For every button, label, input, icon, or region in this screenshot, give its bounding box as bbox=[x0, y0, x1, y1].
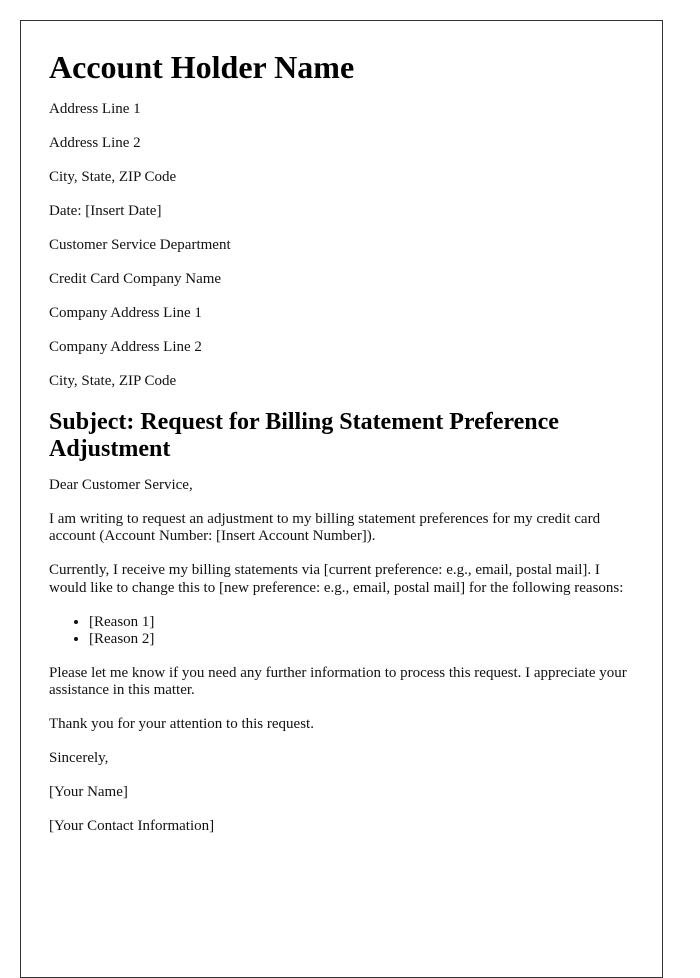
recipient-address-line-1: Company Address Line 1 bbox=[49, 305, 202, 321]
reasons-list: [Reason 1] [Reason 2] bbox=[49, 614, 634, 649]
body-paragraph-1: I am writing to request an adjustment to… bbox=[49, 510, 601, 545]
sender-city-state-zip: City, State, ZIP Code bbox=[49, 169, 177, 185]
subject-heading: Subject: Request for Billing Statement P… bbox=[49, 408, 559, 462]
recipient-city-state-zip: City, State, ZIP Code bbox=[49, 373, 177, 389]
sender-address-line-2: Address Line 2 bbox=[49, 135, 141, 151]
body-paragraph-4: Thank you for your attention to this req… bbox=[49, 716, 314, 732]
sender-address-line-1: Address Line 1 bbox=[49, 101, 141, 117]
body-paragraph-2: Currently, I receive my billing statemen… bbox=[49, 562, 624, 596]
letter-date: Date: [Insert Date] bbox=[49, 203, 162, 219]
letter: Account Holder Name Address Line 1 Addre… bbox=[20, 20, 663, 978]
salutation: Dear Customer Service, bbox=[49, 476, 193, 493]
reason-item: [Reason 2] bbox=[89, 631, 634, 649]
signature-contact: [Your Contact Information] bbox=[49, 818, 215, 834]
body-paragraph-3: Please let me know if you need any furth… bbox=[49, 664, 627, 699]
sender-name-heading: Account Holder Name bbox=[49, 49, 355, 85]
recipient-company: Credit Card Company Name bbox=[49, 271, 222, 287]
recipient-department: Customer Service Department bbox=[49, 237, 231, 253]
reason-item: [Reason 1] bbox=[89, 614, 634, 632]
signature-name: [Your Name] bbox=[49, 784, 128, 800]
recipient-address-line-2: Company Address Line 2 bbox=[49, 339, 202, 355]
closing: Sincerely, bbox=[49, 750, 109, 766]
